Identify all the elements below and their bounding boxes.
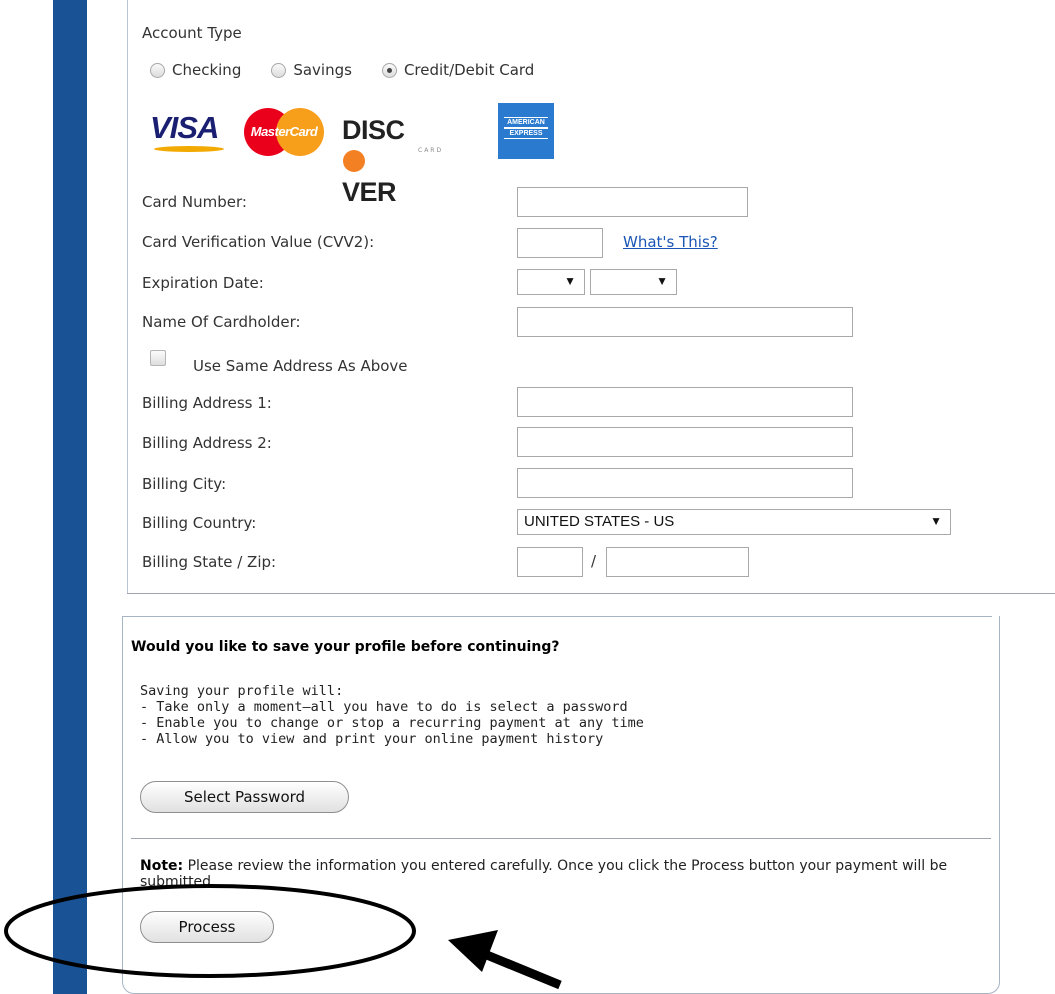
annotation-overlay bbox=[4, 884, 562, 990]
highlight-ellipse bbox=[4, 884, 416, 978]
pointer-arrow-shaft bbox=[480, 948, 562, 990]
pointer-arrow-head bbox=[448, 930, 498, 972]
